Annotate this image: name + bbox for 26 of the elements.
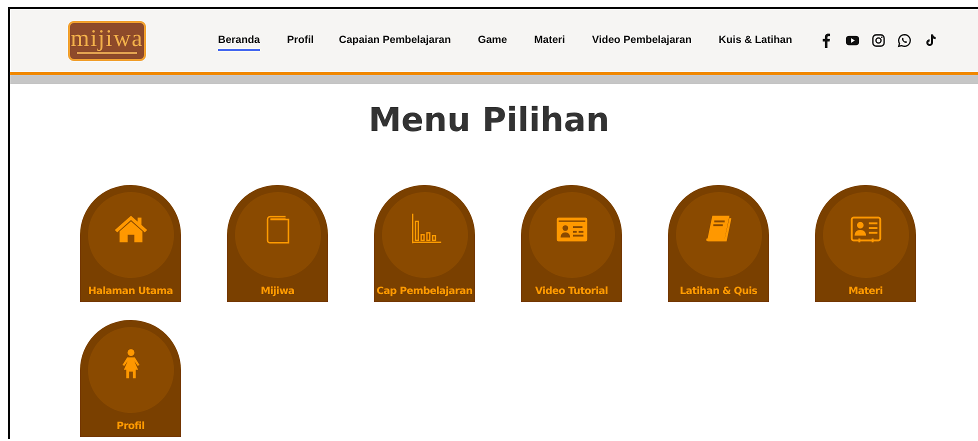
nav-link[interactable]: Video Pembelajaran (592, 30, 692, 50)
tile-label: Materi (847, 285, 884, 298)
tile-label: Video Tutorial (534, 285, 609, 298)
menu-tile[interactable]: Mijiwa (227, 185, 328, 302)
menu-tile[interactable]: Latihan & Quis (668, 185, 769, 302)
tile-label: Halaman Utama (87, 285, 174, 298)
tile-label: Mijiwa (260, 285, 296, 298)
tile-label: Latihan & Quis (678, 285, 758, 298)
menu-tile[interactable]: Halaman Utama (80, 185, 181, 302)
logo[interactable]: mijiwa (68, 20, 146, 60)
nav-link[interactable]: Materi (534, 30, 566, 50)
nav-link[interactable]: Beranda (218, 30, 260, 50)
menu-tile[interactable]: Cap Pembelajaran (374, 185, 475, 302)
nav-link[interactable]: Kuis & Latihan (718, 30, 792, 50)
menu-tile[interactable]: Profil (80, 320, 181, 437)
youtube-icon[interactable] (845, 33, 860, 48)
tile-label: Profil (116, 420, 146, 433)
instagram-icon[interactable] (871, 33, 886, 48)
menu-tile[interactable]: Materi (815, 185, 916, 302)
nav-link[interactable]: Capaian Pembelajaran (338, 30, 451, 50)
menu-tile[interactable]: Video Tutorial (521, 185, 622, 302)
nav-link[interactable]: Game (478, 30, 508, 50)
whatsapp-icon[interactable] (897, 33, 912, 48)
tile-label: Cap Pembelajaran (376, 285, 474, 298)
page-heading: Menu Pilihan (367, 100, 611, 140)
nav-link[interactable]: Profil (287, 30, 314, 50)
